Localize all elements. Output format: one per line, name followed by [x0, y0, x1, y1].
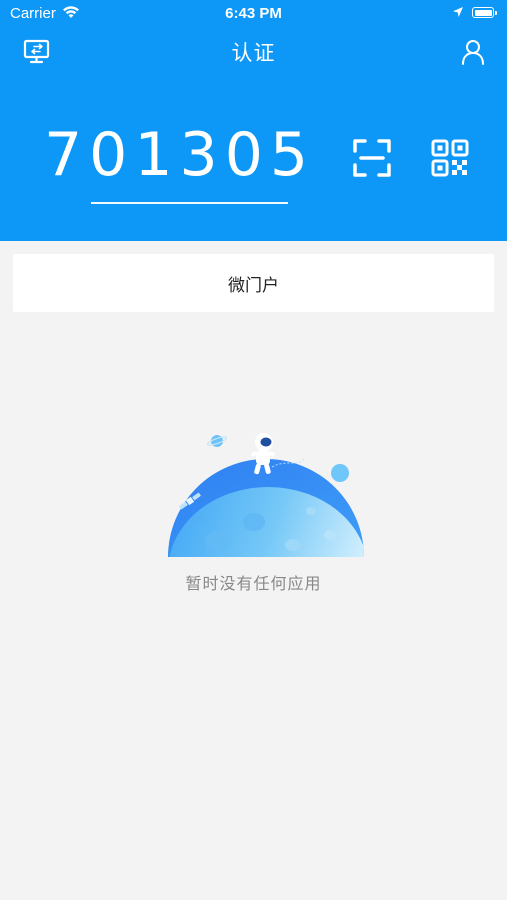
- tab-micro-portal-label: 微门户: [228, 275, 279, 295]
- qr-code-button[interactable]: [428, 136, 472, 180]
- navigation-bar: 认证: [0, 30, 507, 74]
- auth-code-underline: [91, 202, 288, 204]
- status-bar: Carrier 6:43 PM: [0, 0, 507, 28]
- header-banner: Carrier 6:43 PM 认证 701305: [0, 0, 507, 241]
- battery-icon: [472, 7, 497, 18]
- auth-code: 701305: [44, 120, 316, 190]
- astronaut-moon-illustration: [168, 433, 364, 557]
- tab-micro-portal[interactable]: 微门户: [13, 254, 494, 312]
- empty-state-message: 暂时没有任何应用: [185, 576, 322, 593]
- qr-code-icon: [431, 139, 469, 177]
- clock-time: 6:43 PM: [225, 5, 282, 22]
- scan-button[interactable]: [350, 136, 394, 180]
- location-arrow-icon: [453, 7, 463, 17]
- user-icon: [462, 40, 484, 65]
- scan-icon: [353, 139, 391, 177]
- profile-button[interactable]: [458, 38, 488, 66]
- page-title: 认证: [231, 42, 276, 65]
